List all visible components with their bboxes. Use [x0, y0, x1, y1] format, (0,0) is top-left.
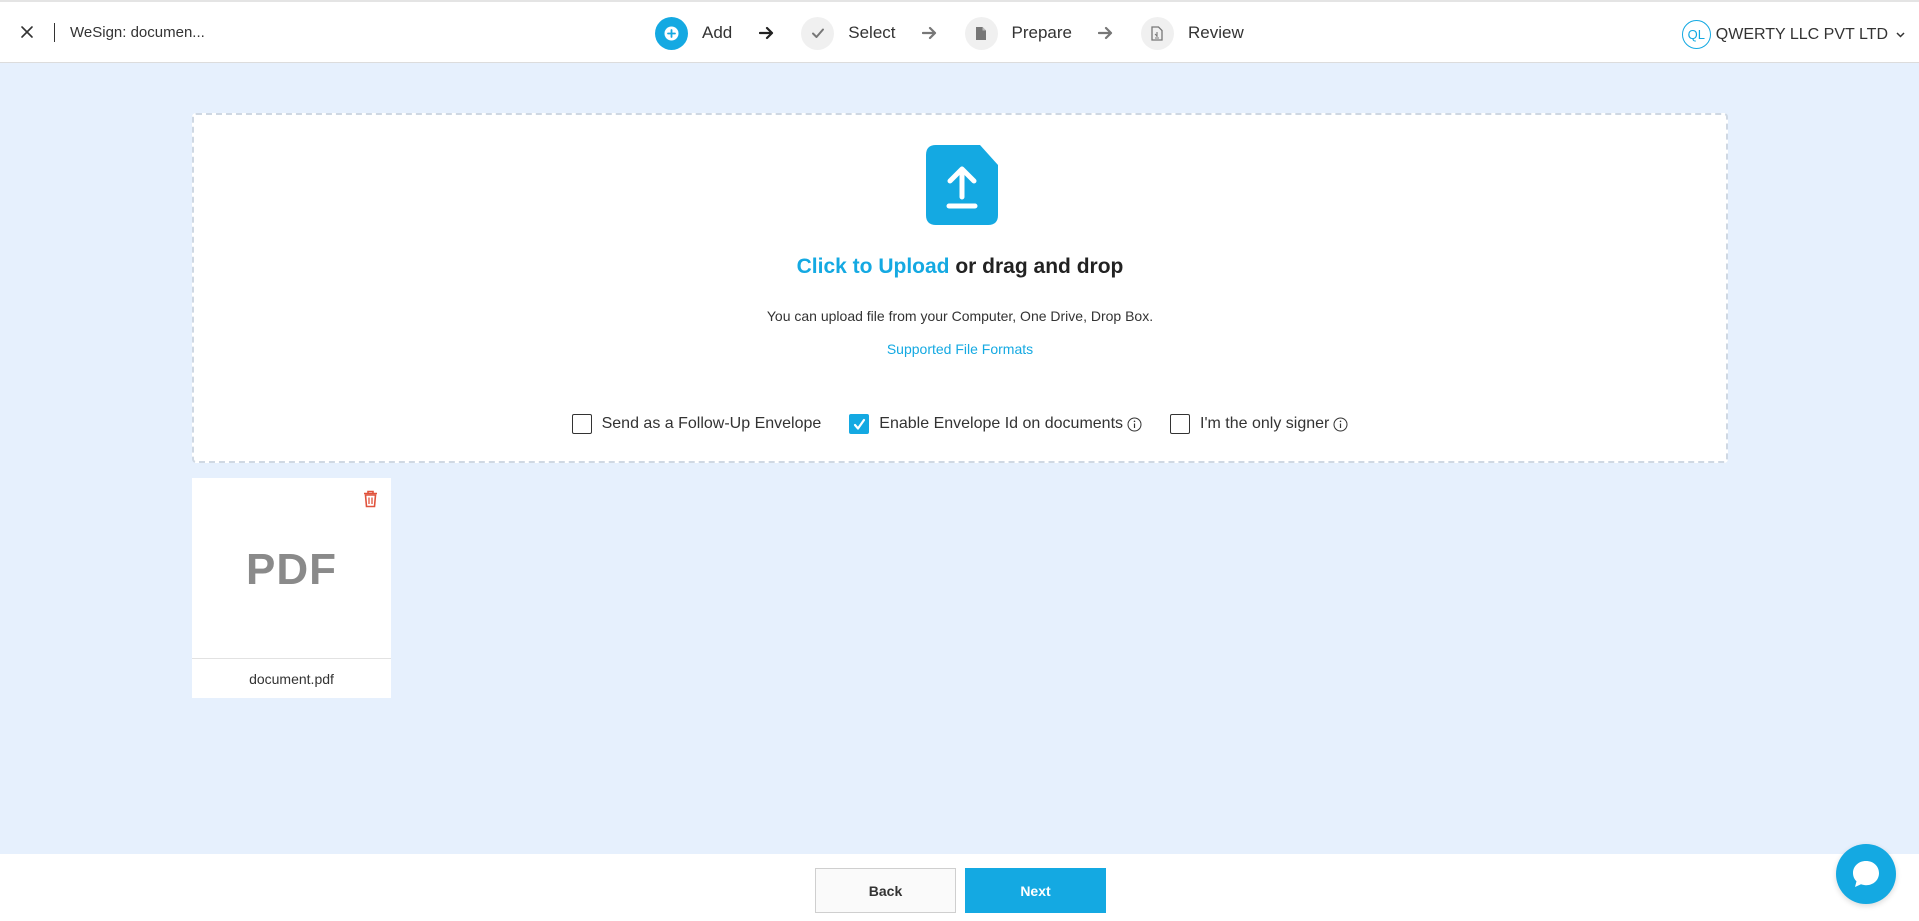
organization-menu[interactable]: QL QWERTY LLC PVT LTD	[1681, 20, 1905, 49]
step-prepare-label: Prepare	[1011, 23, 1072, 42]
envelope-id-checkbox[interactable]	[849, 414, 870, 434]
upload-dropzone[interactable]: Click to Upload or drag and drop You can…	[192, 113, 1728, 463]
step-add-label: Add	[702, 23, 733, 42]
arrow-right-icon	[922, 25, 938, 41]
document-icon	[964, 16, 998, 50]
only-signer-checkbox[interactable]	[1170, 414, 1191, 434]
document-title: WeSign: documen...	[70, 24, 205, 41]
file-name: document.pdf	[249, 671, 334, 687]
file-type-label: PDF	[246, 545, 337, 594]
arrow-right-icon	[758, 25, 774, 41]
option-follow-up: Send as a Follow-Up Envelope	[571, 414, 822, 434]
back-button[interactable]: Back	[815, 868, 956, 913]
file-card[interactable]: PDF document.pdf	[192, 478, 391, 698]
document-review-icon	[1140, 16, 1174, 50]
step-review-label: Review	[1187, 23, 1244, 42]
step-select[interactable]: Select	[801, 16, 896, 50]
chat-bubble-icon[interactable]	[1836, 844, 1896, 904]
file-card-divider	[192, 658, 391, 659]
step-prepare[interactable]: Prepare	[964, 16, 1072, 50]
arrow-right-icon	[1098, 25, 1114, 41]
trash-icon[interactable]	[363, 490, 378, 513]
follow-up-label: Send as a Follow-Up Envelope	[601, 415, 822, 432]
close-icon[interactable]	[17, 22, 37, 42]
upload-file-icon[interactable]	[926, 145, 998, 225]
next-button[interactable]: Next	[965, 868, 1106, 913]
info-icon[interactable]	[1127, 417, 1142, 432]
drag-and-drop-text: or drag and drop	[955, 255, 1124, 278]
chevron-down-icon	[1896, 31, 1905, 38]
envelope-id-label: Enable Envelope Id on documents	[879, 415, 1124, 432]
check-icon	[801, 16, 835, 50]
option-only-signer: I'm the only signer	[1170, 414, 1348, 434]
step-add[interactable]: Add	[655, 16, 733, 50]
envelope-options: Send as a Follow-Up Envelope Enable Enve…	[194, 414, 1726, 434]
click-to-upload-link[interactable]: Click to Upload	[797, 255, 950, 278]
follow-up-checkbox[interactable]	[571, 414, 592, 434]
supported-formats-link[interactable]: Supported File Formats	[887, 341, 1033, 357]
upload-heading: Click to Upload or drag and drop	[194, 255, 1726, 279]
step-select-label: Select	[848, 23, 896, 42]
option-envelope-id: Enable Envelope Id on documents	[849, 414, 1142, 434]
only-signer-label: I'm the only signer	[1200, 415, 1330, 432]
top-header: WeSign: documen... Add Select Prepare Re…	[0, 0, 1919, 63]
upload-subtitle: You can upload file from your Computer, …	[766, 308, 1154, 324]
header-divider	[54, 23, 55, 42]
organization-name: QWERTY LLC PVT LTD	[1715, 25, 1888, 43]
wizard-steps: Add Select Prepare Review	[655, 16, 1244, 50]
avatar: QL	[1681, 20, 1711, 49]
info-icon[interactable]	[1333, 417, 1348, 432]
step-review[interactable]: Review	[1140, 16, 1244, 50]
footer-bar: Back Next	[0, 854, 1919, 921]
plus-circle-icon	[655, 16, 688, 50]
